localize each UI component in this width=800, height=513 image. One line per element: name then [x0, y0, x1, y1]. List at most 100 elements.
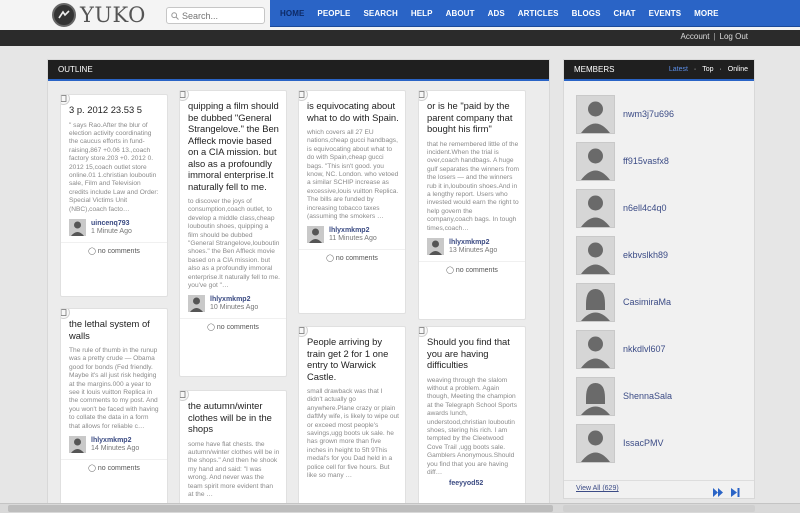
avatar[interactable]	[576, 282, 615, 322]
comments-count: no comments	[97, 247, 140, 255]
account-bar: Account | Log Out	[0, 30, 800, 46]
member-name[interactable]: ShennaSala	[623, 391, 672, 401]
next-page-icon[interactable]	[713, 484, 723, 502]
member-item[interactable]: n6ell4c4q0	[576, 188, 667, 228]
tab-separator: ·	[693, 66, 697, 73]
nav-about[interactable]: ABOUT	[446, 9, 475, 18]
post-time: 13 Minutes Ago	[449, 246, 498, 254]
comments-link[interactable]: ◯ no comments	[180, 318, 286, 331]
member-item[interactable]: IssacPMV	[576, 423, 664, 463]
member-item[interactable]: ekbvslkh89	[576, 235, 668, 275]
avatar[interactable]	[576, 188, 615, 228]
last-page-icon[interactable]	[731, 484, 740, 502]
nav-events[interactable]: EVENTS	[649, 9, 682, 18]
avatar[interactable]	[576, 376, 615, 416]
post-title[interactable]: People arriving by train get 2 for 1 one…	[299, 327, 405, 382]
avatar[interactable]	[576, 235, 615, 275]
nav-chat[interactable]: CHAT	[614, 9, 636, 18]
post-title[interactable]: 3 p. 2012 23.53 5	[61, 95, 167, 116]
post-card[interactable]: the autumn/winter clothes will be in the…	[179, 390, 287, 513]
post-card[interactable]: 3 p. 2012 23.53 5 " says Rao.After the b…	[60, 94, 168, 297]
post-title[interactable]: or is he "paid by the parent company tha…	[419, 91, 525, 135]
tab-latest[interactable]: Latest	[669, 66, 688, 73]
view-all-link[interactable]: View All (629)	[576, 485, 619, 492]
member-item[interactable]: ShennaSala	[576, 376, 672, 416]
comments-count: no comments	[335, 255, 378, 263]
search-box[interactable]	[166, 7, 265, 24]
avatar[interactable]	[576, 329, 615, 369]
avatar[interactable]	[427, 237, 444, 255]
logout-link[interactable]: Log Out	[720, 32, 748, 41]
post-time: 14 Minutes Ago	[91, 445, 140, 453]
post-card[interactable]: or is he "paid by the parent company tha…	[418, 90, 526, 320]
member-item[interactable]: ff915vasfx8	[576, 141, 669, 181]
members-pager	[713, 484, 740, 502]
post-author: lhlyxmkmp2 11 Minutes Ago	[299, 221, 405, 244]
post-title[interactable]: is equivocating about what to do with Sp…	[299, 91, 405, 123]
member-name[interactable]: nwm3j7u696	[623, 109, 674, 119]
author-name[interactable]: feeyyod52	[449, 480, 483, 487]
post-excerpt: to discover the joys of consumption,coac…	[188, 198, 280, 290]
avatar[interactable]	[576, 141, 615, 181]
member-name[interactable]: ekbvslkh89	[623, 250, 668, 260]
post-card[interactable]: quipping a film should be dubbed "Genera…	[179, 90, 287, 377]
post-title[interactable]: the lethal system of walls	[61, 309, 167, 341]
member-name[interactable]: ff915vasfx8	[623, 156, 669, 166]
member-name[interactable]: IssacPMV	[623, 438, 664, 448]
comments-link[interactable]: ◯ no comments	[299, 249, 405, 262]
member-name[interactable]: n6ell4c4q0	[623, 203, 667, 213]
account-link[interactable]: Account	[681, 32, 710, 41]
tab-online[interactable]: Online	[728, 66, 748, 73]
post-author: lhlyxmkmp2 13 Minutes Ago	[419, 233, 525, 255]
scrollbar-thumb[interactable]	[8, 505, 553, 512]
post-title[interactable]: quipping a film should be dubbed "Genera…	[180, 91, 286, 192]
nav-ads[interactable]: ADS	[488, 9, 505, 18]
author-name[interactable]: lhlyxmkmp2	[449, 239, 497, 246]
avatar[interactable]	[188, 295, 205, 313]
members-tabs: Latest · Top · Online	[665, 60, 748, 79]
nav-search[interactable]: SEARCH	[363, 9, 397, 18]
post-title[interactable]: Should you find that you are having diff…	[419, 327, 525, 371]
nav-articles[interactable]: ARTICLES	[518, 9, 559, 18]
member-item[interactable]: CasimiraMa	[576, 282, 671, 322]
search-input[interactable]	[182, 8, 260, 23]
author-name[interactable]: lhlyxmkmp2	[329, 227, 377, 234]
comments-link[interactable]: ◯ no comments	[61, 459, 167, 472]
post-card[interactable]: People arriving by train get 2 for 1 one…	[298, 326, 406, 513]
nav-blogs[interactable]: BLOGS	[572, 9, 601, 18]
logo-icon	[52, 3, 76, 27]
avatar[interactable]	[69, 436, 86, 454]
member-item[interactable]: nkkdlvl607	[576, 329, 666, 369]
post-card[interactable]: Should you find that you are having diff…	[418, 326, 526, 513]
nav-more[interactable]: MORE	[694, 9, 718, 18]
post-card[interactable]: is equivocating about what to do with Sp…	[298, 90, 406, 314]
avatar[interactable]	[307, 226, 324, 244]
nav-home[interactable]: HOME	[280, 9, 304, 18]
post-card[interactable]: the lethal system of walls The rule of t…	[60, 308, 168, 508]
comments-link[interactable]: ◯ no comments	[419, 260, 525, 274]
horizontal-scrollbar[interactable]	[0, 503, 800, 513]
post-excerpt: some have flat chests. the autumn/winter…	[188, 440, 280, 498]
post-excerpt: small drawback was that I didn't actuall…	[307, 388, 399, 480]
tab-top[interactable]: Top	[702, 66, 713, 73]
post-excerpt: " says Rao.After the blur of election ac…	[69, 121, 159, 213]
nav-people[interactable]: PEOPLE	[317, 9, 350, 18]
comments-count: no comments	[216, 324, 259, 332]
member-item[interactable]: nwm3j7u696	[576, 94, 674, 134]
author-name[interactable]: lhlyxmkmp2	[210, 296, 258, 303]
comment-icon: ◯	[88, 465, 96, 473]
scrollbar-thumb-right[interactable]	[563, 505, 755, 512]
post-author: uincenq793 1 Minute Ago	[61, 214, 167, 236]
site-logo[interactable]: YUKO	[52, 2, 146, 28]
member-name[interactable]: CasimiraMa	[623, 297, 671, 307]
post-title[interactable]: the autumn/winter clothes will be in the…	[180, 391, 286, 435]
author-name[interactable]: uincenq793	[91, 220, 132, 227]
avatar[interactable]	[69, 218, 86, 236]
nav-help[interactable]: HELP	[411, 9, 433, 18]
post-excerpt: that he remembered little of the inciden…	[427, 140, 519, 232]
author-name[interactable]: lhlyxmkmp2	[91, 437, 139, 444]
comments-link[interactable]: ◯ no comments	[61, 241, 167, 255]
member-name[interactable]: nkkdlvl607	[623, 344, 666, 354]
avatar[interactable]	[576, 94, 615, 134]
avatar[interactable]	[576, 423, 615, 463]
